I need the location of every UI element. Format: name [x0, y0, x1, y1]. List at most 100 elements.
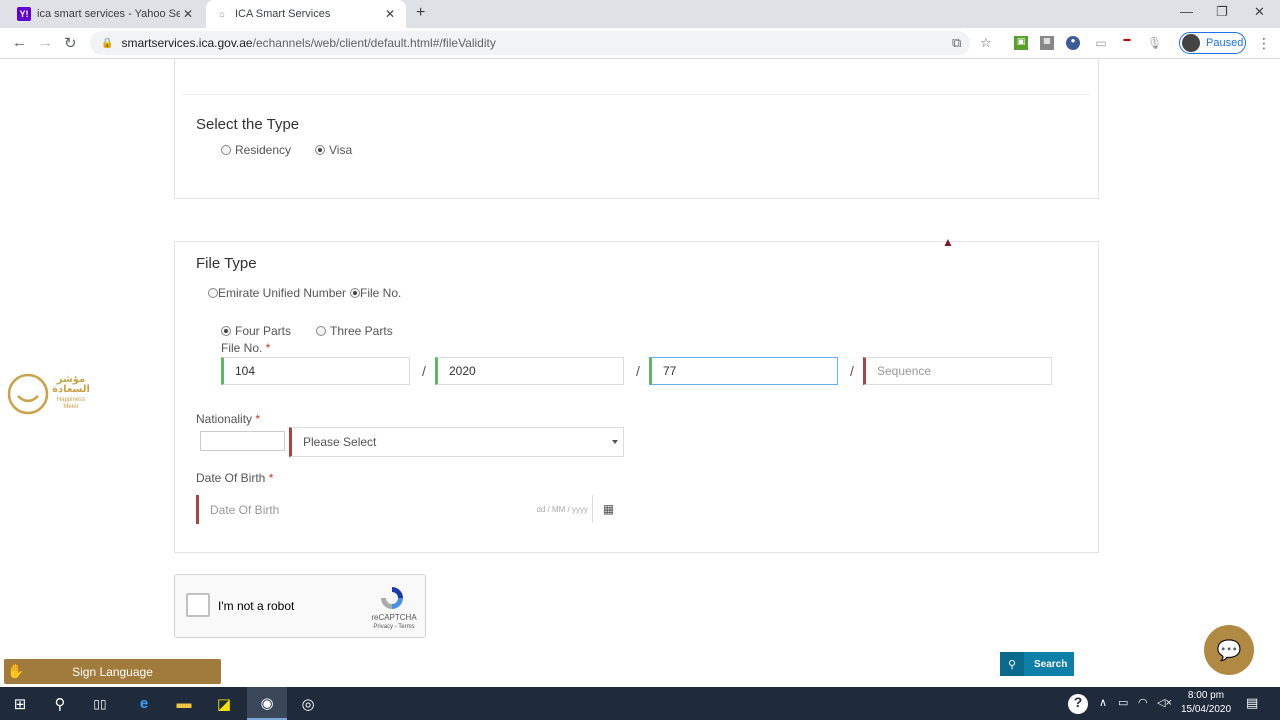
- bookmark-star-icon[interactable]: ☆: [980, 35, 992, 51]
- ica-favicon-icon: ⌂: [219, 9, 225, 19]
- search-icon[interactable]: ⚲: [40, 687, 80, 720]
- profile-button[interactable]: Paused: [1179, 32, 1246, 54]
- minimize-icon[interactable]: —: [1180, 4, 1193, 19]
- nationality-code-input[interactable]: [200, 431, 285, 451]
- reload-icon[interactable]: ↻: [64, 34, 77, 52]
- radio-visa[interactable]: Visa: [315, 143, 352, 157]
- more-menu-icon[interactable]: ⋮: [1257, 35, 1271, 52]
- nationality-label: Nationality *: [196, 412, 260, 426]
- search-button[interactable]: ⚲ Search: [1000, 652, 1074, 676]
- calendar-icon[interactable]: ▦: [592, 495, 624, 523]
- button-label: Search: [1034, 658, 1068, 670]
- radio-selected-icon: [350, 288, 360, 298]
- forward-icon[interactable]: →: [38, 34, 53, 51]
- recaptcha-terms-link[interactable]: Privacy - Terms: [370, 624, 418, 630]
- address-row: ← → ↻ 🔒 smartservices.ica.gov.ae/echanne…: [0, 28, 1280, 59]
- required-mark: *: [255, 412, 261, 426]
- tab-yahoo-search[interactable]: Y! ica smart services - Yahoo Search ✕: [8, 0, 204, 28]
- help-icon[interactable]: ?: [1068, 694, 1088, 714]
- radio-label: Four Parts: [235, 324, 292, 338]
- system-clock[interactable]: 8:00 pm 15/04/2020: [1176, 689, 1236, 717]
- file-type-card: File Type Emirate Unified Number File No…: [174, 241, 1099, 553]
- chat-bubble-icon: 💬: [1216, 639, 1242, 662]
- radio-icon: [221, 145, 231, 155]
- happiness-meter-english: Happiness Meter: [56, 397, 86, 410]
- radio-label: Residency: [235, 143, 292, 157]
- radio-three-parts[interactable]: Three Parts: [316, 324, 393, 338]
- separator: /: [422, 363, 426, 379]
- sign-language-button[interactable]: ✋ Sign Language: [4, 659, 221, 684]
- yahoo-favicon-icon: Y!: [17, 7, 31, 21]
- edge-icon[interactable]: e: [124, 687, 164, 720]
- wifi-icon[interactable]: ◠: [1138, 696, 1148, 709]
- clock-date: 15/04/2020: [1180, 704, 1232, 715]
- divider: [183, 94, 1090, 95]
- restore-icon[interactable]: ❐: [1216, 4, 1228, 20]
- radio-residency[interactable]: Residency: [221, 143, 291, 157]
- extension-icon[interactable]: ●: [1066, 36, 1080, 50]
- happiness-meter-widget[interactable]: مؤشر السعادة Happiness Meter: [6, 371, 90, 417]
- close-tab-icon[interactable]: ✕: [382, 7, 398, 21]
- windows-taskbar: ⊞ ⚲ ▯▯ e ▬ ◪ ◉ ◎ ? ∧ ▭ ◠ ◁× 8:00 pm 15/0…: [0, 687, 1280, 720]
- notifications-icon[interactable]: ▤: [1246, 695, 1258, 711]
- clock-time: 8:00 pm: [1187, 690, 1225, 701]
- button-label: Sign Language: [72, 664, 153, 679]
- required-mark: *: [268, 471, 274, 485]
- chrome-icon[interactable]: ◉: [247, 687, 287, 720]
- extension-icon[interactable]: ▦: [1040, 36, 1054, 50]
- extension-icon[interactable]: ▬: [1120, 36, 1134, 50]
- input-value: 2020: [449, 364, 476, 378]
- extension-icon[interactable]: ▭: [1094, 36, 1108, 50]
- dob-input[interactable]: Date Of Birth dd / MM / yyyy ▦: [196, 495, 624, 524]
- separator: /: [850, 363, 854, 379]
- radio-emirate-unified-number[interactable]: Emirate Unified Number: [208, 286, 346, 300]
- mouse-cursor-icon: ▲: [942, 235, 954, 249]
- battery-icon[interactable]: ▭: [1118, 696, 1128, 709]
- recaptcha-checkbox[interactable]: [186, 593, 210, 617]
- avatar: [1182, 34, 1200, 52]
- tab-ica-smart-services[interactable]: ⌂ ICA Smart Services ✕: [206, 0, 406, 28]
- file-no-part-2-input[interactable]: 2020: [435, 357, 624, 385]
- radio-label: Emirate Unified Number: [218, 286, 347, 300]
- date-format-hint: dd / MM / yyyy: [536, 505, 588, 514]
- chevron-up-icon[interactable]: ∧: [1099, 696, 1107, 709]
- address-bar[interactable]: 🔒 smartservices.ica.gov.ae/echannels/web…: [90, 31, 992, 55]
- recaptcha-widget: I'm not a robot reCAPTCHA Privacy - Term…: [174, 574, 426, 638]
- file-type-title: File Type: [196, 255, 257, 272]
- extension-icon[interactable]: ▣: [1014, 36, 1028, 50]
- radio-label: File No.: [360, 286, 402, 300]
- file-no-part-3-input[interactable]: 77: [649, 357, 838, 385]
- file-no-label: File No. *: [221, 341, 270, 355]
- volume-muted-icon[interactable]: ◁×: [1157, 696, 1172, 709]
- back-icon[interactable]: ←: [12, 34, 27, 51]
- lock-icon: 🔒: [101, 37, 114, 49]
- task-view-icon[interactable]: ▯▯: [80, 687, 120, 720]
- nationality-select[interactable]: Please Select: [289, 427, 624, 457]
- happiness-meter-arabic: مؤشر السعادة: [52, 374, 90, 395]
- file-no-part-1-input[interactable]: 104: [221, 357, 410, 385]
- sequence-input[interactable]: Sequence: [863, 357, 1052, 385]
- radio-label: Visa: [329, 143, 353, 157]
- microphone-icon[interactable]: 🎙: [1147, 36, 1162, 50]
- new-tab-icon[interactable]: +: [416, 4, 425, 22]
- close-tab-icon[interactable]: ✕: [180, 7, 196, 21]
- chat-button[interactable]: 💬: [1204, 625, 1254, 675]
- chevron-down-icon: [612, 440, 618, 444]
- hand-icon: ✋: [7, 663, 25, 679]
- radio-four-parts[interactable]: Four Parts: [221, 324, 291, 338]
- radio-file-no[interactable]: File No.: [350, 286, 401, 300]
- url-path: /echannels/web/client/default.html#/file…: [252, 36, 496, 50]
- obs-icon[interactable]: ◎: [288, 687, 328, 720]
- file-explorer-icon[interactable]: ▬: [164, 687, 204, 720]
- close-window-icon[interactable]: ✕: [1254, 4, 1265, 20]
- translate-icon[interactable]: ⧉: [952, 35, 961, 51]
- url-host: smartservices.ica.gov.ae: [121, 36, 253, 50]
- separator: /: [636, 363, 640, 379]
- windows-start-icon[interactable]: ⊞: [0, 687, 40, 720]
- radio-selected-icon: [315, 145, 325, 155]
- required-mark: *: [265, 341, 271, 355]
- recaptcha-logo-icon: [381, 587, 403, 609]
- tab-bar: Y! ica smart services - Yahoo Search ✕ ⌂…: [0, 0, 1280, 28]
- sticky-notes-icon[interactable]: ◪: [204, 687, 244, 720]
- radio-label: Three Parts: [330, 324, 393, 338]
